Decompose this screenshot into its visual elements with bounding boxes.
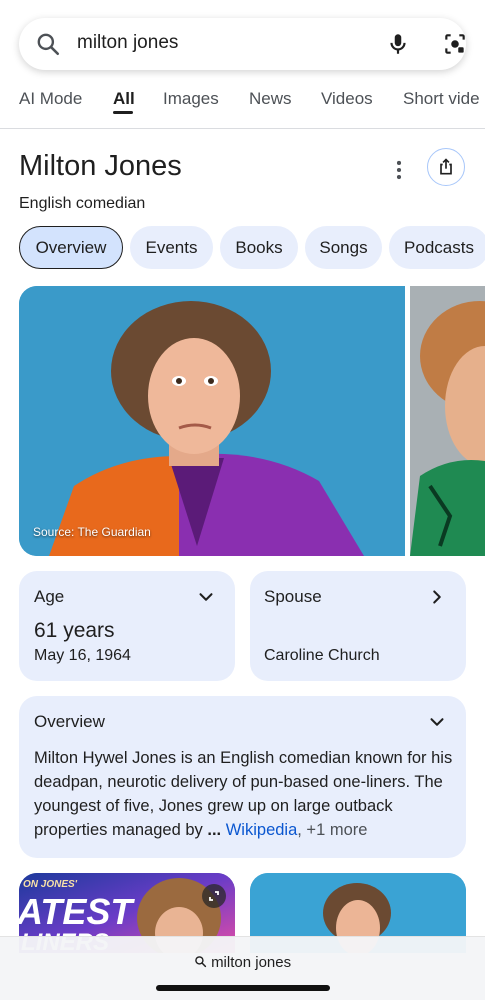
search-bar[interactable]: milton jones [19, 18, 466, 70]
share-icon [440, 158, 452, 175]
age-label: Age [34, 587, 65, 606]
thumbnail-text-top: ON JONES' [23, 879, 78, 890]
more-options-icon[interactable] [386, 157, 412, 183]
expand-icon [209, 891, 219, 901]
chip-events[interactable]: Events [130, 226, 213, 269]
age-card[interactable]: Age 61 years May 16, 1964 [19, 571, 235, 681]
overview-label: Overview [34, 712, 105, 731]
search-tabs: AI Mode All Images News Videos Short vid… [0, 86, 485, 128]
tab-short-videos[interactable]: Short vide [403, 89, 480, 109]
overview-description: Milton Hywel Jones is an English comedia… [34, 746, 459, 842]
spouse-card[interactable]: Spouse Caroline Church [250, 571, 466, 681]
chip-books[interactable]: Books [220, 226, 298, 269]
camera-lens-icon[interactable] [442, 31, 468, 57]
entity-subtitle: English comedian [19, 195, 146, 212]
age-value: 61 years [34, 619, 115, 642]
divider [0, 128, 485, 129]
chip-overview[interactable]: Overview [19, 226, 123, 269]
expand-button[interactable] [202, 884, 226, 908]
chevron-down-icon[interactable] [195, 586, 217, 608]
microphone-icon[interactable] [385, 31, 411, 57]
tab-videos[interactable]: Videos [321, 89, 373, 109]
person-photo [19, 286, 405, 556]
bottom-query: milton jones [211, 954, 292, 971]
chip-songs[interactable]: Songs [305, 226, 382, 269]
bottom-query-row[interactable]: milton jones [0, 954, 485, 971]
active-tab-indicator [113, 111, 133, 114]
bottom-search-bar[interactable]: milton jones [0, 936, 485, 1000]
chevron-down-icon[interactable] [426, 711, 448, 733]
wikipedia-link[interactable]: Wikipedia [226, 821, 298, 839]
tab-images[interactable]: Images [163, 89, 219, 109]
birth-date: May 16, 1964 [34, 647, 131, 664]
home-indicator[interactable] [156, 985, 330, 991]
thumbnail-text-big: ATEST [19, 891, 133, 932]
entity-title: Milton Jones [19, 150, 182, 182]
spouse-name[interactable]: Caroline Church [264, 647, 380, 665]
spouse-label: Spouse [264, 587, 322, 606]
secondary-image[interactable] [410, 286, 485, 556]
tab-news[interactable]: News [249, 89, 292, 109]
search-icon[interactable] [35, 31, 61, 57]
person-photo-2 [410, 286, 485, 556]
image-source: Source: The Guardian [33, 525, 151, 539]
hero-image[interactable]: Source: The Guardian [19, 286, 405, 556]
chevron-right-icon[interactable] [426, 586, 448, 608]
tab-all[interactable]: All [113, 89, 135, 109]
more-sources[interactable]: , +1 more [297, 821, 367, 839]
tab-ai-mode[interactable]: AI Mode [19, 89, 82, 109]
share-button[interactable] [427, 148, 465, 186]
overview-ellipsis: ... [207, 821, 222, 839]
chip-podcasts[interactable]: Podcasts [389, 226, 485, 269]
search-icon [195, 956, 207, 968]
search-input[interactable]: milton jones [77, 32, 178, 54]
overview-card: Overview Milton Hywel Jones is an Englis… [19, 696, 466, 858]
